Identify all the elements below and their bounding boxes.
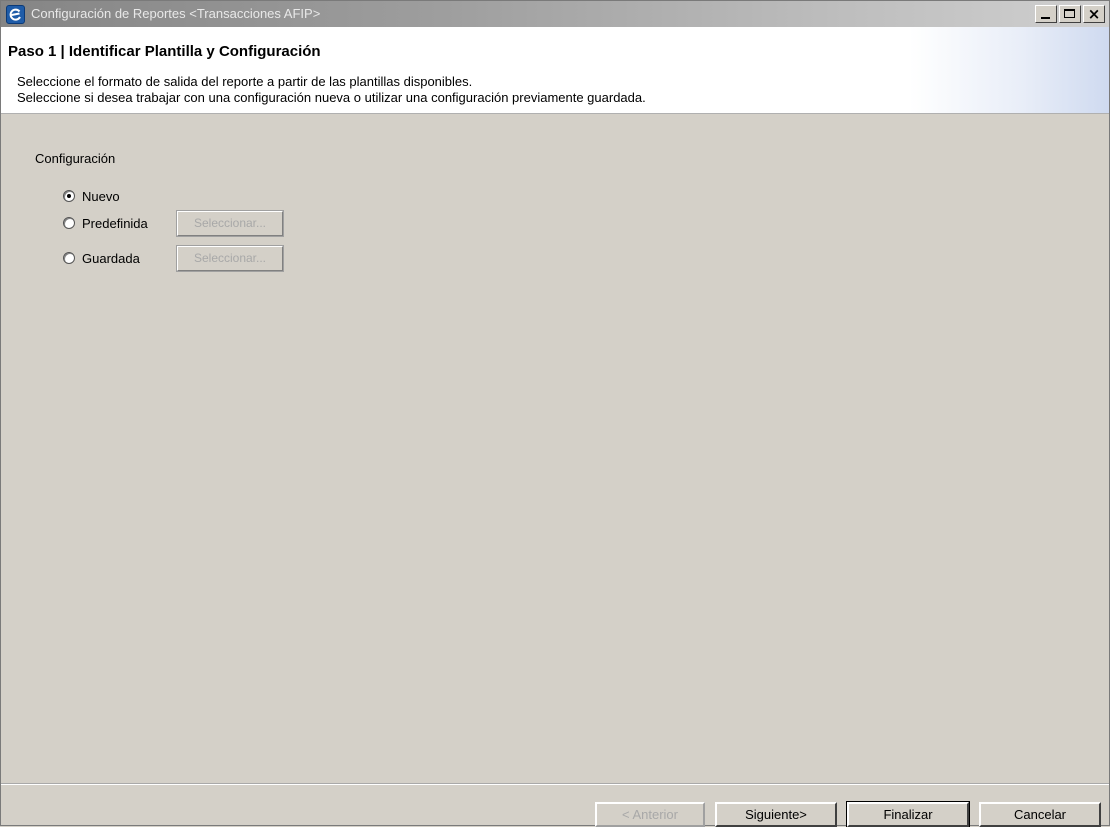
maximize-button[interactable] (1059, 5, 1081, 23)
app-logo-icon (6, 5, 25, 24)
radio-option-predefinida[interactable]: Predefinida (63, 212, 148, 234)
radio-label-guardada: Guardada (82, 250, 140, 266)
description-line-1: Seleccione el formato de salida del repo… (17, 74, 473, 89)
radio-option-nuevo[interactable]: Nuevo (63, 185, 120, 207)
next-button[interactable]: Siguiente> (715, 802, 837, 827)
select-predefinida-button[interactable]: Seleccionar... (176, 210, 284, 237)
radio-guardada[interactable] (63, 252, 75, 264)
title-bar[interactable]: Configuración de Reportes <Transacciones… (1, 1, 1109, 27)
minimize-button[interactable] (1035, 5, 1057, 23)
radio-nuevo[interactable] (63, 190, 75, 202)
select-guardada-button[interactable]: Seleccionar... (176, 245, 284, 272)
close-button[interactable]: × (1083, 5, 1105, 23)
finish-button[interactable]: Finalizar (846, 801, 970, 827)
radio-label-nuevo: Nuevo (82, 188, 120, 204)
dialog-window: Configuración de Reportes <Transacciones… (0, 0, 1110, 827)
radio-label-predefinida: Predefinida (82, 215, 148, 231)
previous-button[interactable]: < Anterior (595, 802, 705, 827)
window-title: Configuración de Reportes <Transacciones… (31, 6, 321, 21)
cancel-button[interactable]: Cancelar (979, 802, 1101, 827)
wizard-header: Paso 1 | Identificar Plantilla y Configu… (1, 27, 1109, 114)
close-icon: × (1087, 5, 1101, 23)
radio-predefinida[interactable] (63, 217, 75, 229)
maximize-icon (1064, 9, 1075, 18)
configuration-panel: Configuración Nuevo Predefinida Seleccio… (1, 114, 1109, 782)
description-line-2: Seleccione si desea trabajar con una con… (17, 90, 646, 105)
configuration-label: Configuración (35, 151, 116, 166)
minimize-icon (1041, 17, 1050, 19)
radio-option-guardada[interactable]: Guardada (63, 247, 140, 269)
step-title: Paso 1 | Identificar Plantilla y Configu… (8, 43, 321, 60)
wizard-footer: < Anterior Siguiente> Finalizar Cancelar (1, 783, 1109, 827)
window-controls: × (1035, 5, 1105, 23)
